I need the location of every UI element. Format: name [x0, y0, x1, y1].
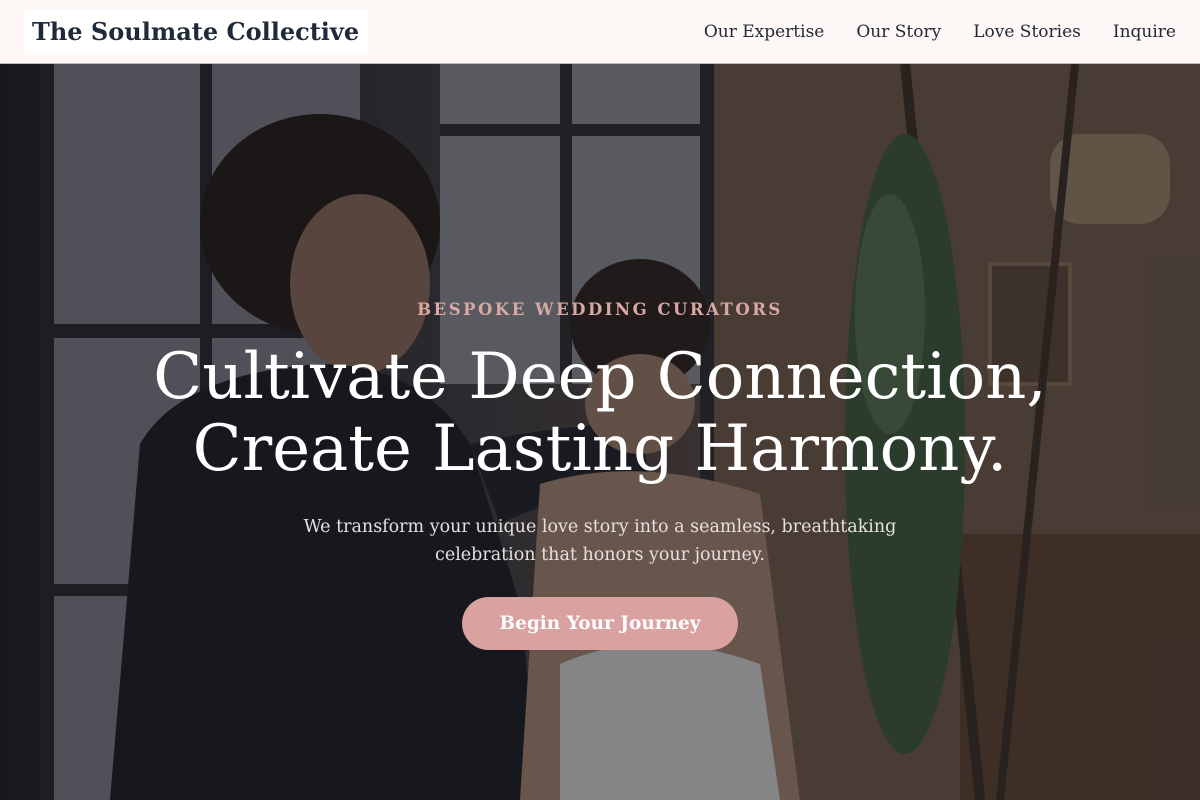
site-header: The Soulmate Collective Our Expertise Ou… [0, 0, 1200, 64]
hero-headline-line-2: Create Lasting Harmony. [192, 412, 1008, 486]
hero-content: BESPOKE WEDDING CURATORS Cultivate Deep … [0, 64, 1200, 800]
begin-journey-button[interactable]: Begin Your Journey [462, 597, 738, 650]
hero-headline: Cultivate Deep Connection, Create Lastin… [153, 341, 1046, 485]
nav-link-our-expertise[interactable]: Our Expertise [704, 22, 825, 42]
nav-link-love-stories[interactable]: Love Stories [973, 22, 1081, 42]
main-nav: Our Expertise Our Story Love Stories Inq… [704, 22, 1176, 42]
nav-link-inquire[interactable]: Inquire [1113, 22, 1176, 42]
hero-subhead: We transform your unique love story into… [303, 517, 897, 565]
nav-link-our-story[interactable]: Our Story [856, 22, 941, 42]
hero-section: BESPOKE WEDDING CURATORS Cultivate Deep … [0, 64, 1200, 800]
hero-eyebrow: BESPOKE WEDDING CURATORS [417, 300, 783, 319]
brand-logo[interactable]: The Soulmate Collective [24, 9, 369, 54]
hero-headline-line-1: Cultivate Deep Connection, [153, 340, 1047, 414]
